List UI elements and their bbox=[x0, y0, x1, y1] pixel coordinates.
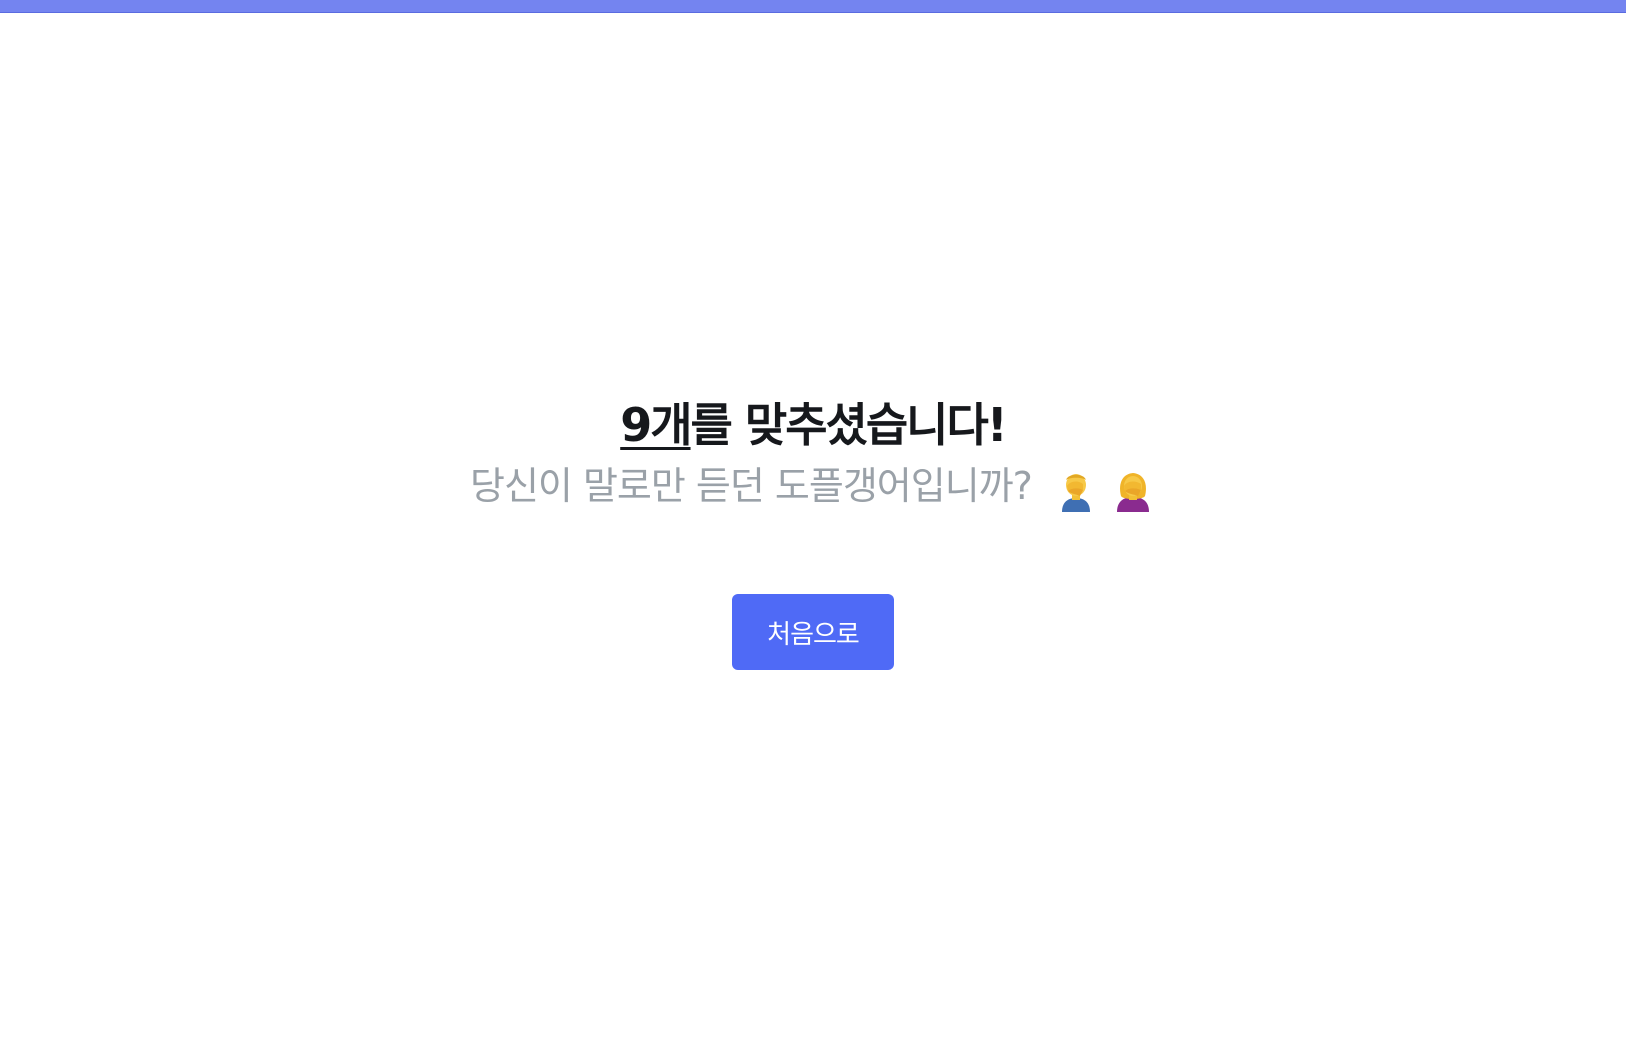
facepalm-emoji-group bbox=[1053, 464, 1156, 514]
restart-button[interactable]: 처음으로 bbox=[732, 594, 894, 670]
woman-facepalming-icon bbox=[1117, 473, 1149, 512]
result-section: 9개를 맞추셨습니다! 당신이 말로만 듣던 도플갱어입니까? bbox=[0, 395, 1626, 514]
result-subtitle: 당신이 말로만 듣던 도플갱어입니까? bbox=[0, 461, 1626, 514]
result-title-text: 를 맞추셨습니다! bbox=[690, 398, 1008, 452]
man-facepalming-icon bbox=[1061, 474, 1090, 512]
top-accent-bar bbox=[0, 0, 1626, 13]
score-count: 9개 bbox=[620, 398, 692, 452]
result-subtitle-text: 당신이 말로만 듣던 도플갱어입니까? bbox=[470, 464, 1033, 508]
restart-section: 처음으로 bbox=[0, 594, 1626, 670]
result-title: 9개를 맞추셨습니다! bbox=[0, 395, 1626, 455]
